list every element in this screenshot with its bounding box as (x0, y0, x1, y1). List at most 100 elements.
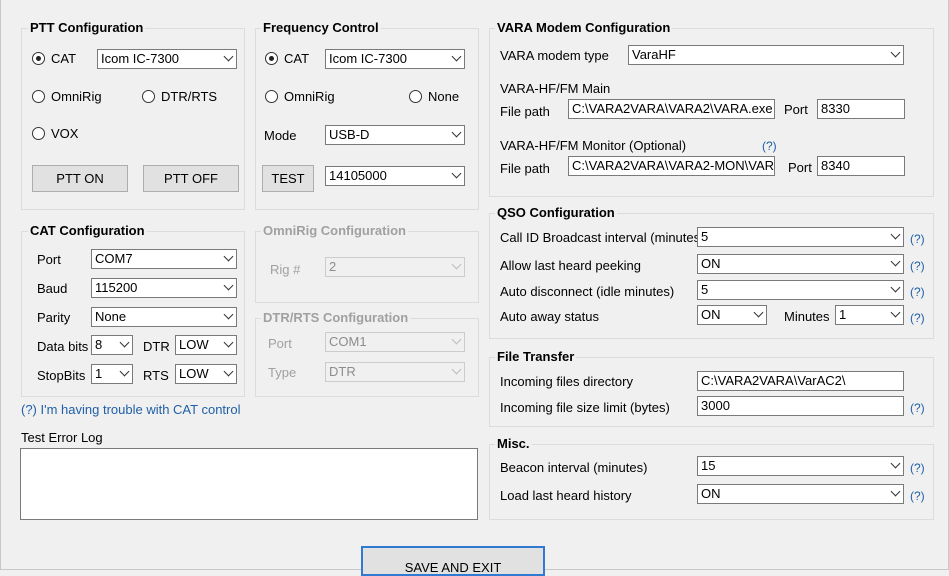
cat-databits-label: Data bits (37, 339, 89, 354)
vara-main-filepath-input[interactable]: C:\VARA2VARA\VARA2\VARA.exe (568, 99, 775, 119)
cat-parity-label: Parity (37, 310, 71, 325)
ptt-cat-radio[interactable] (32, 52, 45, 65)
misc-history-label: Load last heard history (500, 488, 632, 503)
qso-peeking-help[interactable]: (?) (910, 258, 925, 274)
cat-group-title: CAT Configuration (28, 223, 147, 238)
cat-databits-select[interactable]: 8 (91, 335, 133, 355)
qso-minutes-select[interactable]: 1 (835, 305, 904, 325)
file-transfer-group-title: File Transfer (495, 349, 577, 364)
file-transfer-dir-input[interactable]: C:\VARA2VARA\VarAC2\ (697, 371, 904, 391)
dtrrts-type-value: DTR (329, 364, 356, 379)
freq-frequency-value: 14105000 (329, 168, 387, 183)
vara-monitor-label: VARA-HF/FM Monitor (Optional) (500, 138, 687, 153)
error-log-label: Test Error Log (21, 430, 103, 445)
misc-history-help[interactable]: (?) (910, 488, 925, 504)
vara-main-port-input[interactable]: 8330 (817, 99, 905, 119)
freq-cat-label: CAT (284, 51, 310, 66)
file-transfer-dir-label: Incoming files directory (500, 374, 633, 389)
ptt-on-button[interactable]: PTT ON (32, 165, 128, 192)
error-log-textarea[interactable] (20, 448, 478, 520)
qso-group-title: QSO Configuration (495, 205, 617, 220)
cat-port-label: Port (37, 252, 61, 267)
cat-baud-label: Baud (37, 281, 68, 296)
qso-callid-label: Call ID Broadcast interval (minutes) (500, 230, 705, 245)
qso-autodisc-label: Auto disconnect (idle minutes) (500, 284, 675, 299)
ptt-off-button[interactable]: PTT OFF (143, 165, 239, 192)
ptt-vox-radio[interactable] (32, 127, 45, 140)
cat-stopbits-label: StopBits (37, 368, 86, 383)
cat-port-value: COM7 (95, 251, 133, 266)
ptt-dtrrts-label: DTR/RTS (161, 89, 218, 104)
freq-mode-select[interactable]: USB-D (325, 125, 465, 145)
cat-rts-label: RTS (143, 368, 169, 383)
omnirig-rig-value: 2 (329, 259, 337, 274)
qso-autodisc-value: 5 (701, 282, 709, 297)
vara-type-select[interactable]: VaraHF (628, 45, 904, 65)
freq-none-radio[interactable] (409, 90, 422, 103)
vara-monitor-help[interactable]: (?) (762, 138, 777, 154)
cat-parity-select[interactable]: None (91, 307, 237, 327)
misc-beacon-label: Beacon interval (minutes) (500, 460, 648, 475)
ptt-omnirig-label: OmniRig (51, 89, 102, 104)
qso-away-label: Auto away status (500, 309, 599, 324)
vara-type-label: VARA modem type (500, 48, 609, 63)
freq-mode-value: USB-D (329, 127, 370, 142)
dtrrts-type-label: Type (268, 365, 297, 380)
misc-beacon-select[interactable]: 15 (697, 456, 904, 476)
freq-omnirig-radio[interactable] (265, 90, 278, 103)
dtrrts-type-select[interactable]: DTR (325, 362, 465, 382)
freq-test-button[interactable]: TEST (262, 165, 314, 192)
qso-autodisc-select[interactable]: 5 (697, 280, 904, 300)
file-transfer-limit-label: Incoming file size limit (bytes) (500, 400, 670, 415)
ptt-dtrrts-radio[interactable] (142, 90, 155, 103)
cat-port-select[interactable]: COM7 (91, 249, 237, 269)
qso-away-help[interactable]: (?) (910, 310, 925, 326)
qso-callid-help[interactable]: (?) (910, 231, 925, 247)
freq-cat-device-select[interactable]: Icom IC-7300 (325, 49, 465, 69)
vara-monitor-filepath-label: File path (500, 161, 550, 176)
dtrrts-port-value: COM1 (329, 334, 367, 349)
freq-omnirig-label: OmniRig (284, 89, 335, 104)
qso-callid-value: 5 (701, 229, 709, 244)
qso-callid-select[interactable]: 5 (697, 227, 904, 247)
freq-mode-label: Mode (264, 128, 297, 143)
omnirig-group-title: OmniRig Configuration (261, 223, 408, 238)
dtrrts-group-title: DTR/RTS Configuration (261, 310, 411, 325)
cat-rts-select[interactable]: LOW (175, 364, 237, 384)
cat-trouble-link[interactable]: (?) I'm having trouble with CAT control (21, 402, 240, 418)
file-transfer-group (489, 357, 934, 427)
freq-cat-radio[interactable] (265, 52, 278, 65)
qso-peeking-value: ON (701, 256, 721, 271)
misc-group-title: Misc. (495, 436, 532, 451)
misc-history-select[interactable]: ON (697, 484, 904, 504)
cat-baud-select[interactable]: 115200 (91, 278, 237, 298)
file-transfer-limit-input[interactable]: 3000 (697, 396, 904, 416)
ptt-cat-device-select[interactable]: Icom IC-7300 (97, 49, 237, 69)
vara-monitor-port-input[interactable]: 8340 (817, 156, 905, 176)
misc-history-value: ON (701, 486, 721, 501)
save-and-exit-button[interactable]: SAVE AND EXIT (361, 546, 545, 576)
ptt-group-title: PTT Configuration (28, 20, 146, 35)
qso-minutes-label: Minutes (784, 309, 830, 324)
ptt-omnirig-radio[interactable] (32, 90, 45, 103)
qso-peeking-label: Allow last heard peeking (500, 258, 641, 273)
qso-autodisc-help[interactable]: (?) (910, 284, 925, 300)
qso-peeking-select[interactable]: ON (697, 254, 904, 274)
file-transfer-limit-help[interactable]: (?) (910, 400, 925, 416)
misc-beacon-value: 15 (701, 458, 716, 473)
freq-none-label: None (428, 89, 460, 104)
vara-monitor-filepath-input[interactable]: C:\VARA2VARA\VARA2-MON\VAR (568, 156, 775, 176)
vara-type-value: VaraHF (632, 47, 676, 62)
omnirig-rig-select[interactable]: 2 (325, 257, 465, 277)
dtrrts-port-label: Port (268, 336, 292, 351)
dtrrts-port-select[interactable]: COM1 (325, 332, 465, 352)
cat-dtr-select[interactable]: LOW (175, 335, 237, 355)
freq-cat-device-value: Icom IC-7300 (329, 51, 408, 66)
misc-beacon-help[interactable]: (?) (910, 460, 925, 476)
freq-frequency-select[interactable]: 14105000 (325, 166, 465, 186)
vara-main-label: VARA-HF/FM Main (500, 81, 611, 96)
omnirig-rig-label: Rig # (270, 262, 301, 277)
freq-group-title: Frequency Control (261, 20, 381, 35)
cat-stopbits-select[interactable]: 1 (91, 364, 133, 384)
qso-away-select[interactable]: ON (697, 305, 767, 325)
